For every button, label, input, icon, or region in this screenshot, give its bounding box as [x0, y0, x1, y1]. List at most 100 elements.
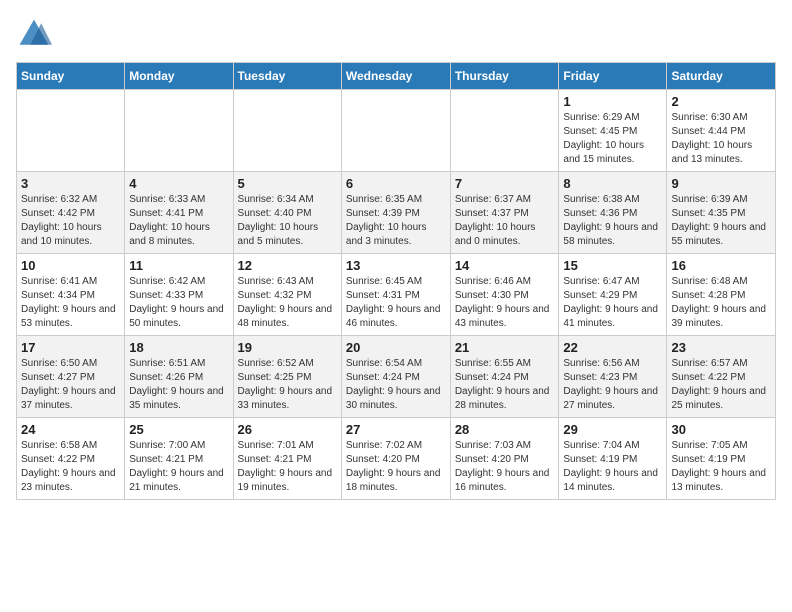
week-row-5: 24Sunrise: 6:58 AM Sunset: 4:22 PM Dayli… — [17, 418, 776, 500]
week-row-4: 17 Sunrise: 6:50 AM Sunset: 4:27 PM Dayli… — [17, 336, 776, 418]
day-info: Sunrise: 6:32 AM Sunset: 4:42 PM Dayligh… — [21, 193, 120, 249]
calendar-cell: 15 Sunrise: 6:47 AM Sunset: 4:29 PM Dayli… — [559, 254, 667, 336]
day-info: Sunrise: 6:29 AM Sunset: 4:45 PM Dayligh… — [563, 111, 662, 167]
calendar-cell: 3 Sunrise: 6:32 AM Sunset: 4:42 PM Daylig… — [17, 172, 125, 254]
logo — [16, 16, 56, 52]
calendar-body: 1Sunrise: 6:29 AM Sunset: 4:45 PM Daylig… — [17, 90, 776, 500]
calendar-cell: 10Sunrise: 6:41 AM Sunset: 4:34 PM Dayli… — [17, 254, 125, 336]
day-info: Sunrise: 6:46 AM Sunset: 4:30 PM Dayligh… — [455, 275, 555, 331]
day-number: 12 — [238, 258, 337, 273]
weekday-row: SundayMondayTuesdayWednesdayThursdayFrid… — [17, 63, 776, 90]
calendar-cell: 25Sunrise: 7:00 AM Sunset: 4:21 PM Dayli… — [125, 418, 233, 500]
day-info: Sunrise: 6:34 AM Sunset: 4:40 PM Dayligh… — [238, 193, 337, 249]
day-number: 13 — [346, 258, 446, 273]
day-info: Sunrise: 6:45 AM Sunset: 4:31 PM Dayligh… — [346, 275, 446, 331]
day-number: 18 — [129, 340, 228, 355]
calendar-cell — [450, 90, 559, 172]
day-info: Sunrise: 7:02 AM Sunset: 4:20 PM Dayligh… — [346, 439, 446, 495]
calendar-cell: 26 Sunrise: 7:01 AM Sunset: 4:21 PM Dayli… — [233, 418, 341, 500]
day-info: Sunrise: 6:56 AM Sunset: 4:23 PM Dayligh… — [563, 357, 662, 413]
day-info: Sunrise: 6:37 AM Sunset: 4:37 PM Dayligh… — [455, 193, 555, 249]
day-number: 17 — [21, 340, 120, 355]
day-info: Sunrise: 6:38 AM Sunset: 4:36 PM Dayligh… — [563, 193, 662, 249]
day-info: Sunrise: 7:01 AM Sunset: 4:21 PM Dayligh… — [238, 439, 337, 495]
calendar-cell: 13 Sunrise: 6:45 AM Sunset: 4:31 PM Dayli… — [341, 254, 450, 336]
calendar-cell: 21 Sunrise: 6:55 AM Sunset: 4:24 PM Dayli… — [450, 336, 559, 418]
calendar-cell: 30Sunrise: 7:05 AM Sunset: 4:19 PM Dayli… — [667, 418, 776, 500]
day-number: 7 — [455, 176, 555, 191]
weekday-header-thursday: Thursday — [450, 63, 559, 90]
calendar-cell — [125, 90, 233, 172]
calendar-cell: 2 Sunrise: 6:30 AM Sunset: 4:44 PM Daylig… — [667, 90, 776, 172]
day-number: 21 — [455, 340, 555, 355]
calendar-cell: 5 Sunrise: 6:34 AM Sunset: 4:40 PM Daylig… — [233, 172, 341, 254]
week-row-3: 10Sunrise: 6:41 AM Sunset: 4:34 PM Dayli… — [17, 254, 776, 336]
calendar-cell — [17, 90, 125, 172]
day-number: 5 — [238, 176, 337, 191]
day-number: 23 — [671, 340, 771, 355]
day-info: Sunrise: 6:58 AM Sunset: 4:22 PM Dayligh… — [21, 439, 120, 495]
weekday-header-sunday: Sunday — [17, 63, 125, 90]
calendar-cell: 7 Sunrise: 6:37 AM Sunset: 4:37 PM Daylig… — [450, 172, 559, 254]
weekday-header-tuesday: Tuesday — [233, 63, 341, 90]
calendar-cell — [233, 90, 341, 172]
calendar-cell: 9 Sunrise: 6:39 AM Sunset: 4:35 PM Daylig… — [667, 172, 776, 254]
calendar-cell: 24Sunrise: 6:58 AM Sunset: 4:22 PM Dayli… — [17, 418, 125, 500]
weekday-header-monday: Monday — [125, 63, 233, 90]
calendar-cell: 1Sunrise: 6:29 AM Sunset: 4:45 PM Daylig… — [559, 90, 667, 172]
calendar-cell: 17 Sunrise: 6:50 AM Sunset: 4:27 PM Dayli… — [17, 336, 125, 418]
calendar-cell: 14 Sunrise: 6:46 AM Sunset: 4:30 PM Dayli… — [450, 254, 559, 336]
day-info: Sunrise: 6:30 AM Sunset: 4:44 PM Dayligh… — [671, 111, 771, 167]
calendar-header: SundayMondayTuesdayWednesdayThursdayFrid… — [17, 63, 776, 90]
calendar-cell: 20Sunrise: 6:54 AM Sunset: 4:24 PM Dayli… — [341, 336, 450, 418]
day-info: Sunrise: 7:03 AM Sunset: 4:20 PM Dayligh… — [455, 439, 555, 495]
weekday-header-wednesday: Wednesday — [341, 63, 450, 90]
day-info: Sunrise: 6:47 AM Sunset: 4:29 PM Dayligh… — [563, 275, 662, 331]
day-number: 19 — [238, 340, 337, 355]
day-number: 22 — [563, 340, 662, 355]
logo-icon — [16, 16, 52, 52]
calendar-cell: 19Sunrise: 6:52 AM Sunset: 4:25 PM Dayli… — [233, 336, 341, 418]
calendar-cell: 4Sunrise: 6:33 AM Sunset: 4:41 PM Daylig… — [125, 172, 233, 254]
calendar-cell: 16Sunrise: 6:48 AM Sunset: 4:28 PM Dayli… — [667, 254, 776, 336]
weekday-header-saturday: Saturday — [667, 63, 776, 90]
week-row-1: 1Sunrise: 6:29 AM Sunset: 4:45 PM Daylig… — [17, 90, 776, 172]
calendar-cell: 12 Sunrise: 6:43 AM Sunset: 4:32 PM Dayli… — [233, 254, 341, 336]
day-number: 20 — [346, 340, 446, 355]
calendar: SundayMondayTuesdayWednesdayThursdayFrid… — [16, 62, 776, 500]
calendar-cell: 27Sunrise: 7:02 AM Sunset: 4:20 PM Dayli… — [341, 418, 450, 500]
day-number: 10 — [21, 258, 120, 273]
day-number: 3 — [21, 176, 120, 191]
day-number: 26 — [238, 422, 337, 437]
weekday-header-friday: Friday — [559, 63, 667, 90]
day-info: Sunrise: 6:57 AM Sunset: 4:22 PM Dayligh… — [671, 357, 771, 413]
page-header — [16, 16, 776, 52]
day-info: Sunrise: 7:04 AM Sunset: 4:19 PM Dayligh… — [563, 439, 662, 495]
day-info: Sunrise: 6:48 AM Sunset: 4:28 PM Dayligh… — [671, 275, 771, 331]
day-number: 2 — [671, 94, 771, 109]
day-info: Sunrise: 6:43 AM Sunset: 4:32 PM Dayligh… — [238, 275, 337, 331]
calendar-cell: 11 Sunrise: 6:42 AM Sunset: 4:33 PM Dayli… — [125, 254, 233, 336]
day-number: 9 — [671, 176, 771, 191]
day-info: Sunrise: 6:39 AM Sunset: 4:35 PM Dayligh… — [671, 193, 771, 249]
calendar-cell: 23 Sunrise: 6:57 AM Sunset: 4:22 PM Dayli… — [667, 336, 776, 418]
day-info: Sunrise: 6:55 AM Sunset: 4:24 PM Dayligh… — [455, 357, 555, 413]
day-number: 29 — [563, 422, 662, 437]
day-number: 15 — [563, 258, 662, 273]
day-info: Sunrise: 6:51 AM Sunset: 4:26 PM Dayligh… — [129, 357, 228, 413]
day-info: Sunrise: 7:00 AM Sunset: 4:21 PM Dayligh… — [129, 439, 228, 495]
week-row-2: 3 Sunrise: 6:32 AM Sunset: 4:42 PM Daylig… — [17, 172, 776, 254]
calendar-cell: 6Sunrise: 6:35 AM Sunset: 4:39 PM Daylig… — [341, 172, 450, 254]
calendar-cell: 8 Sunrise: 6:38 AM Sunset: 4:36 PM Daylig… — [559, 172, 667, 254]
calendar-cell: 22 Sunrise: 6:56 AM Sunset: 4:23 PM Dayli… — [559, 336, 667, 418]
day-info: Sunrise: 6:50 AM Sunset: 4:27 PM Dayligh… — [21, 357, 120, 413]
calendar-cell: 28Sunrise: 7:03 AM Sunset: 4:20 PM Dayli… — [450, 418, 559, 500]
day-info: Sunrise: 6:35 AM Sunset: 4:39 PM Dayligh… — [346, 193, 446, 249]
day-number: 8 — [563, 176, 662, 191]
calendar-cell: 18 Sunrise: 6:51 AM Sunset: 4:26 PM Dayli… — [125, 336, 233, 418]
day-number: 4 — [129, 176, 228, 191]
day-number: 11 — [129, 258, 228, 273]
day-info: Sunrise: 6:42 AM Sunset: 4:33 PM Dayligh… — [129, 275, 228, 331]
day-number: 14 — [455, 258, 555, 273]
calendar-cell — [341, 90, 450, 172]
